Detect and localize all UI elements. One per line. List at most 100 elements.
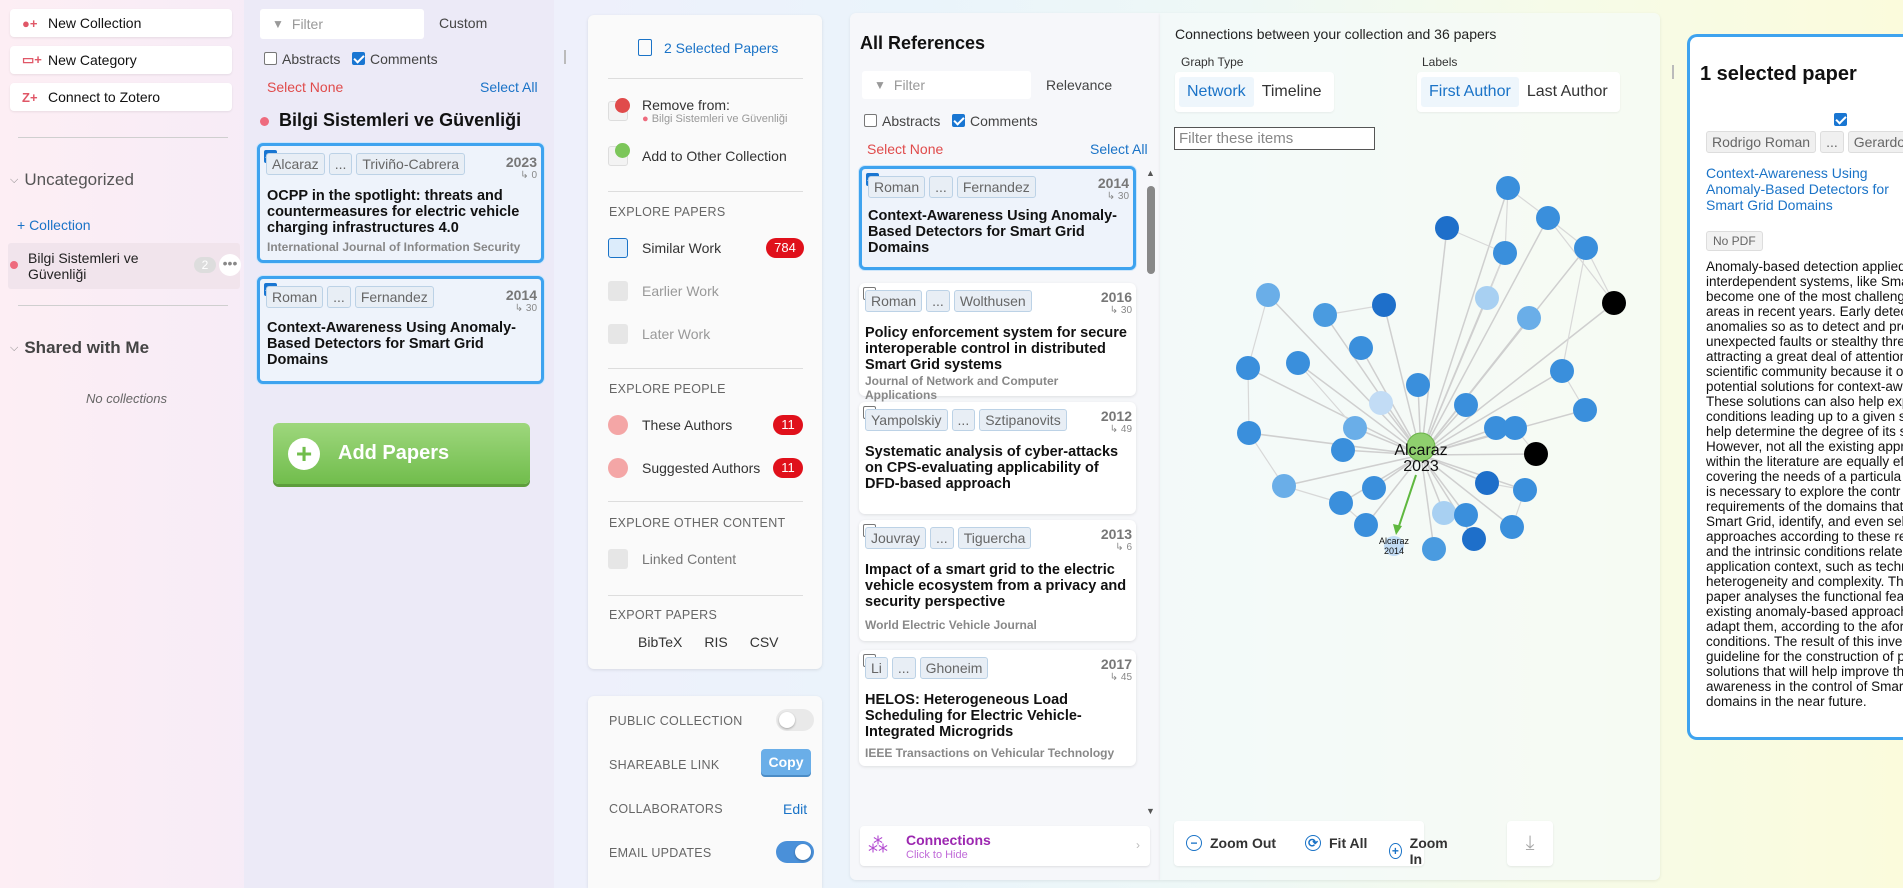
author-chip[interactable]: Rodrigo Roman: [1706, 131, 1817, 153]
author-chip[interactable]: Gerardo F: [1847, 131, 1903, 153]
graph-node[interactable]: [1349, 336, 1373, 360]
export-bibtex-button[interactable]: BibTeX: [638, 634, 682, 650]
email-updates-toggle[interactable]: [776, 841, 814, 863]
export-ris-button[interactable]: RIS: [704, 634, 727, 650]
export-csv-button[interactable]: CSV: [750, 634, 779, 650]
author-chip[interactable]: Ghoneim: [919, 657, 989, 679]
graph-node[interactable]: [1500, 515, 1524, 539]
linked-content-button[interactable]: Linked Content: [608, 549, 736, 569]
connections-toggle[interactable]: ⁂ Connections Click to Hide ›: [860, 826, 1150, 866]
graph-node[interactable]: [1406, 373, 1430, 397]
author-ellipsis[interactable]: ...: [328, 153, 353, 175]
comments-checkbox[interactable]: [952, 114, 965, 127]
author-ellipsis[interactable]: ...: [327, 286, 351, 308]
references-scrollbar[interactable]: ▲ ▼: [1145, 168, 1157, 816]
graph-node[interactable]: [1454, 503, 1478, 527]
graph-node[interactable]: [1517, 306, 1541, 330]
add-to-other-collection[interactable]: Add to Other Collection: [608, 143, 787, 166]
scroll-up-icon[interactable]: ▲: [1146, 168, 1155, 178]
author-chip[interactable]: Wolthusen: [953, 290, 1032, 312]
new-category-button[interactable]: ▭+ New Category: [10, 46, 232, 74]
author-chip[interactable]: Yampolskiy: [865, 409, 948, 431]
author-chip[interactable]: Jouvray: [865, 527, 927, 549]
earlier-work-button[interactable]: Earlier Work: [608, 281, 719, 301]
graph-node[interactable]: [1536, 206, 1560, 230]
download-icon[interactable]: ⤓: [1507, 821, 1553, 866]
later-work-button[interactable]: Later Work: [608, 324, 710, 344]
collection-filter-input[interactable]: ▼ Filter: [260, 9, 424, 39]
collection-paper-card[interactable]: Roman ... Fernandez 2014 ↳ 30 Context-Aw…: [257, 276, 544, 384]
author-chip[interactable]: Roman: [868, 176, 926, 198]
author-chip[interactable]: Fernandez: [354, 286, 434, 308]
select-none-link[interactable]: Select None: [867, 141, 943, 157]
graph-node[interactable]: [1513, 478, 1537, 502]
graph-node[interactable]: [1237, 421, 1261, 445]
graph-node[interactable]: [1286, 351, 1310, 375]
graph-node[interactable]: [1362, 476, 1386, 500]
connect-zotero-button[interactable]: Z+ Connect to Zotero: [10, 83, 232, 111]
reference-card[interactable]: Yampolskiy... Sztipanovits 2012 ↳ 49 Systema…: [859, 402, 1136, 514]
more-options-icon[interactable]: •••: [219, 254, 241, 276]
graph-node[interactable]: [1475, 471, 1499, 495]
abstracts-checkbox[interactable]: [864, 114, 877, 127]
public-collection-toggle[interactable]: [776, 709, 814, 731]
author-chip[interactable]: Roman: [865, 290, 923, 312]
author-ellipsis[interactable]: ...: [891, 657, 916, 679]
zoom-out-button[interactable]: − Zoom Out: [1186, 835, 1276, 851]
graph-node[interactable]: [1435, 216, 1459, 240]
comments-checkbox[interactable]: [352, 52, 365, 65]
author-chip[interactable]: Fernandez: [956, 176, 1036, 198]
last-author-tab[interactable]: Last Author: [1519, 77, 1616, 107]
reference-title[interactable]: Context-Awareness Using Anomaly-Based De…: [868, 208, 1130, 256]
detail-checkbox[interactable]: [1834, 113, 1847, 126]
network-tab[interactable]: Network: [1179, 77, 1254, 107]
references-sort-select[interactable]: Relevance: [1046, 77, 1112, 93]
graph-filter-input[interactable]: Filter these items: [1174, 127, 1375, 150]
reference-card[interactable]: Li... Ghoneim 2017 ↳ 45 HELOS: Heterogeneous…: [859, 650, 1136, 766]
sidebar-item-collection[interactable]: Bilgi Sistemleri ve Güvenliği 2 •••: [8, 243, 241, 289]
reference-title[interactable]: Policy enforcement system for secure int…: [865, 325, 1127, 373]
selected-papers-label[interactable]: 2 Selected Papers: [638, 39, 778, 56]
reference-card[interactable]: Roman... Fernandez 2014 ↳ 30 Context-Awarene…: [859, 166, 1136, 270]
collection-paper-card[interactable]: Alcaraz ... Triviño-Cabrera 2023 ↳ 0 OCP…: [257, 143, 544, 263]
graph-node[interactable]: [1236, 356, 1260, 380]
select-all-link[interactable]: Select All: [1090, 141, 1148, 157]
graph-node[interactable]: [1462, 527, 1486, 551]
graph-node[interactable]: [1454, 393, 1478, 417]
references-filter-input[interactable]: ▼ Filter: [862, 71, 1031, 99]
reference-title[interactable]: Systematic analysis of cyber-attacks on …: [865, 444, 1127, 492]
graph-node[interactable]: [1256, 283, 1280, 307]
author-ellipsis[interactable]: ...: [951, 409, 976, 431]
zoom-in-button[interactable]: + Zoom In: [1389, 835, 1451, 867]
graph-node[interactable]: [1331, 438, 1355, 462]
graph-node[interactable]: [1503, 416, 1527, 440]
these-authors-button[interactable]: These Authors: [608, 415, 732, 435]
edit-collaborators-link[interactable]: Edit: [783, 801, 807, 817]
resize-handle[interactable]: [564, 50, 566, 64]
graph-node[interactable]: [1354, 513, 1378, 537]
graph-node[interactable]: [1496, 176, 1520, 200]
paper-title[interactable]: Context-Awareness Using Anomaly-Based De…: [267, 320, 537, 368]
author-chip[interactable]: Alcaraz: [266, 153, 325, 175]
author-ellipsis[interactable]: ...: [1820, 131, 1844, 153]
remove-from-collection[interactable]: Remove from: ● Bilgi Sistemleri ve Güven…: [608, 97, 787, 125]
select-none-link[interactable]: Select None: [267, 79, 343, 95]
graph-node[interactable]: [1343, 416, 1367, 440]
fit-all-button[interactable]: ⟳ Fit All: [1305, 835, 1367, 851]
shared-with-me-header[interactable]: ⌵ Shared with Me: [10, 338, 149, 358]
suggested-authors-button[interactable]: Suggested Authors: [608, 458, 760, 478]
uncategorized-header[interactable]: ⌵ Uncategorized: [10, 170, 134, 190]
graph-node[interactable]: [1372, 293, 1396, 317]
timeline-tab[interactable]: Timeline: [1254, 77, 1330, 107]
collection-sort-select[interactable]: Custom: [439, 15, 487, 31]
author-ellipsis[interactable]: ...: [926, 290, 950, 312]
new-collection-button[interactable]: ●+ New Collection: [10, 9, 232, 37]
paper-title[interactable]: OCPP in the spotlight: threats and count…: [267, 188, 537, 236]
reference-title[interactable]: HELOS: Heterogeneous Load Scheduling for…: [865, 692, 1127, 740]
graph-node[interactable]: [1369, 391, 1393, 415]
network-graph[interactable]: Alcaraz 2023 Alcaraz 2014: [1160, 153, 1660, 573]
graph-node[interactable]: [1573, 398, 1597, 422]
author-chip[interactable]: Triviño-Cabrera: [356, 153, 466, 175]
first-author-tab[interactable]: First Author: [1421, 77, 1519, 107]
scroll-down-icon[interactable]: ▼: [1146, 806, 1155, 816]
